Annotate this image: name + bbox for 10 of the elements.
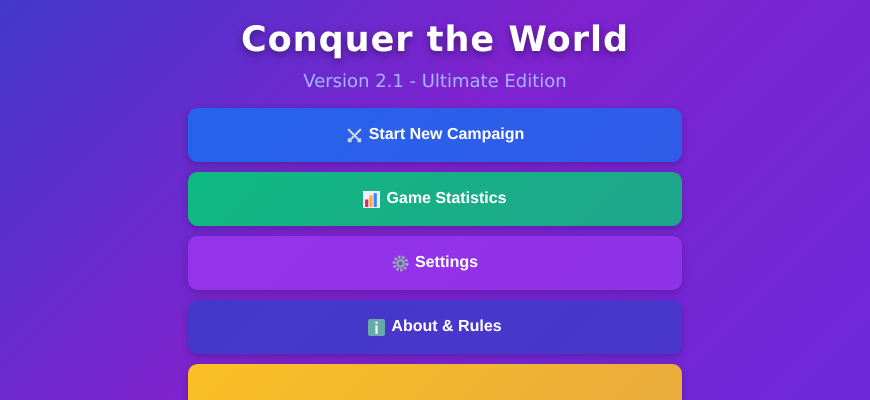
menu-button[interactable]: Game Statistics (188, 172, 682, 226)
bar-chart-icon (363, 190, 380, 208)
swords-icon (346, 126, 363, 144)
game-title: Conquer the World (240, 19, 630, 62)
version-subtitle: Version 2.1 - Ultimate Edition (303, 70, 567, 94)
gear-icon (392, 254, 409, 272)
menu-button[interactable]: Settings (188, 236, 682, 290)
menu-button[interactable]: Start New Campaign (188, 108, 682, 162)
info-icon (368, 318, 386, 336)
menu-button[interactable]: About & Rules (188, 300, 682, 354)
